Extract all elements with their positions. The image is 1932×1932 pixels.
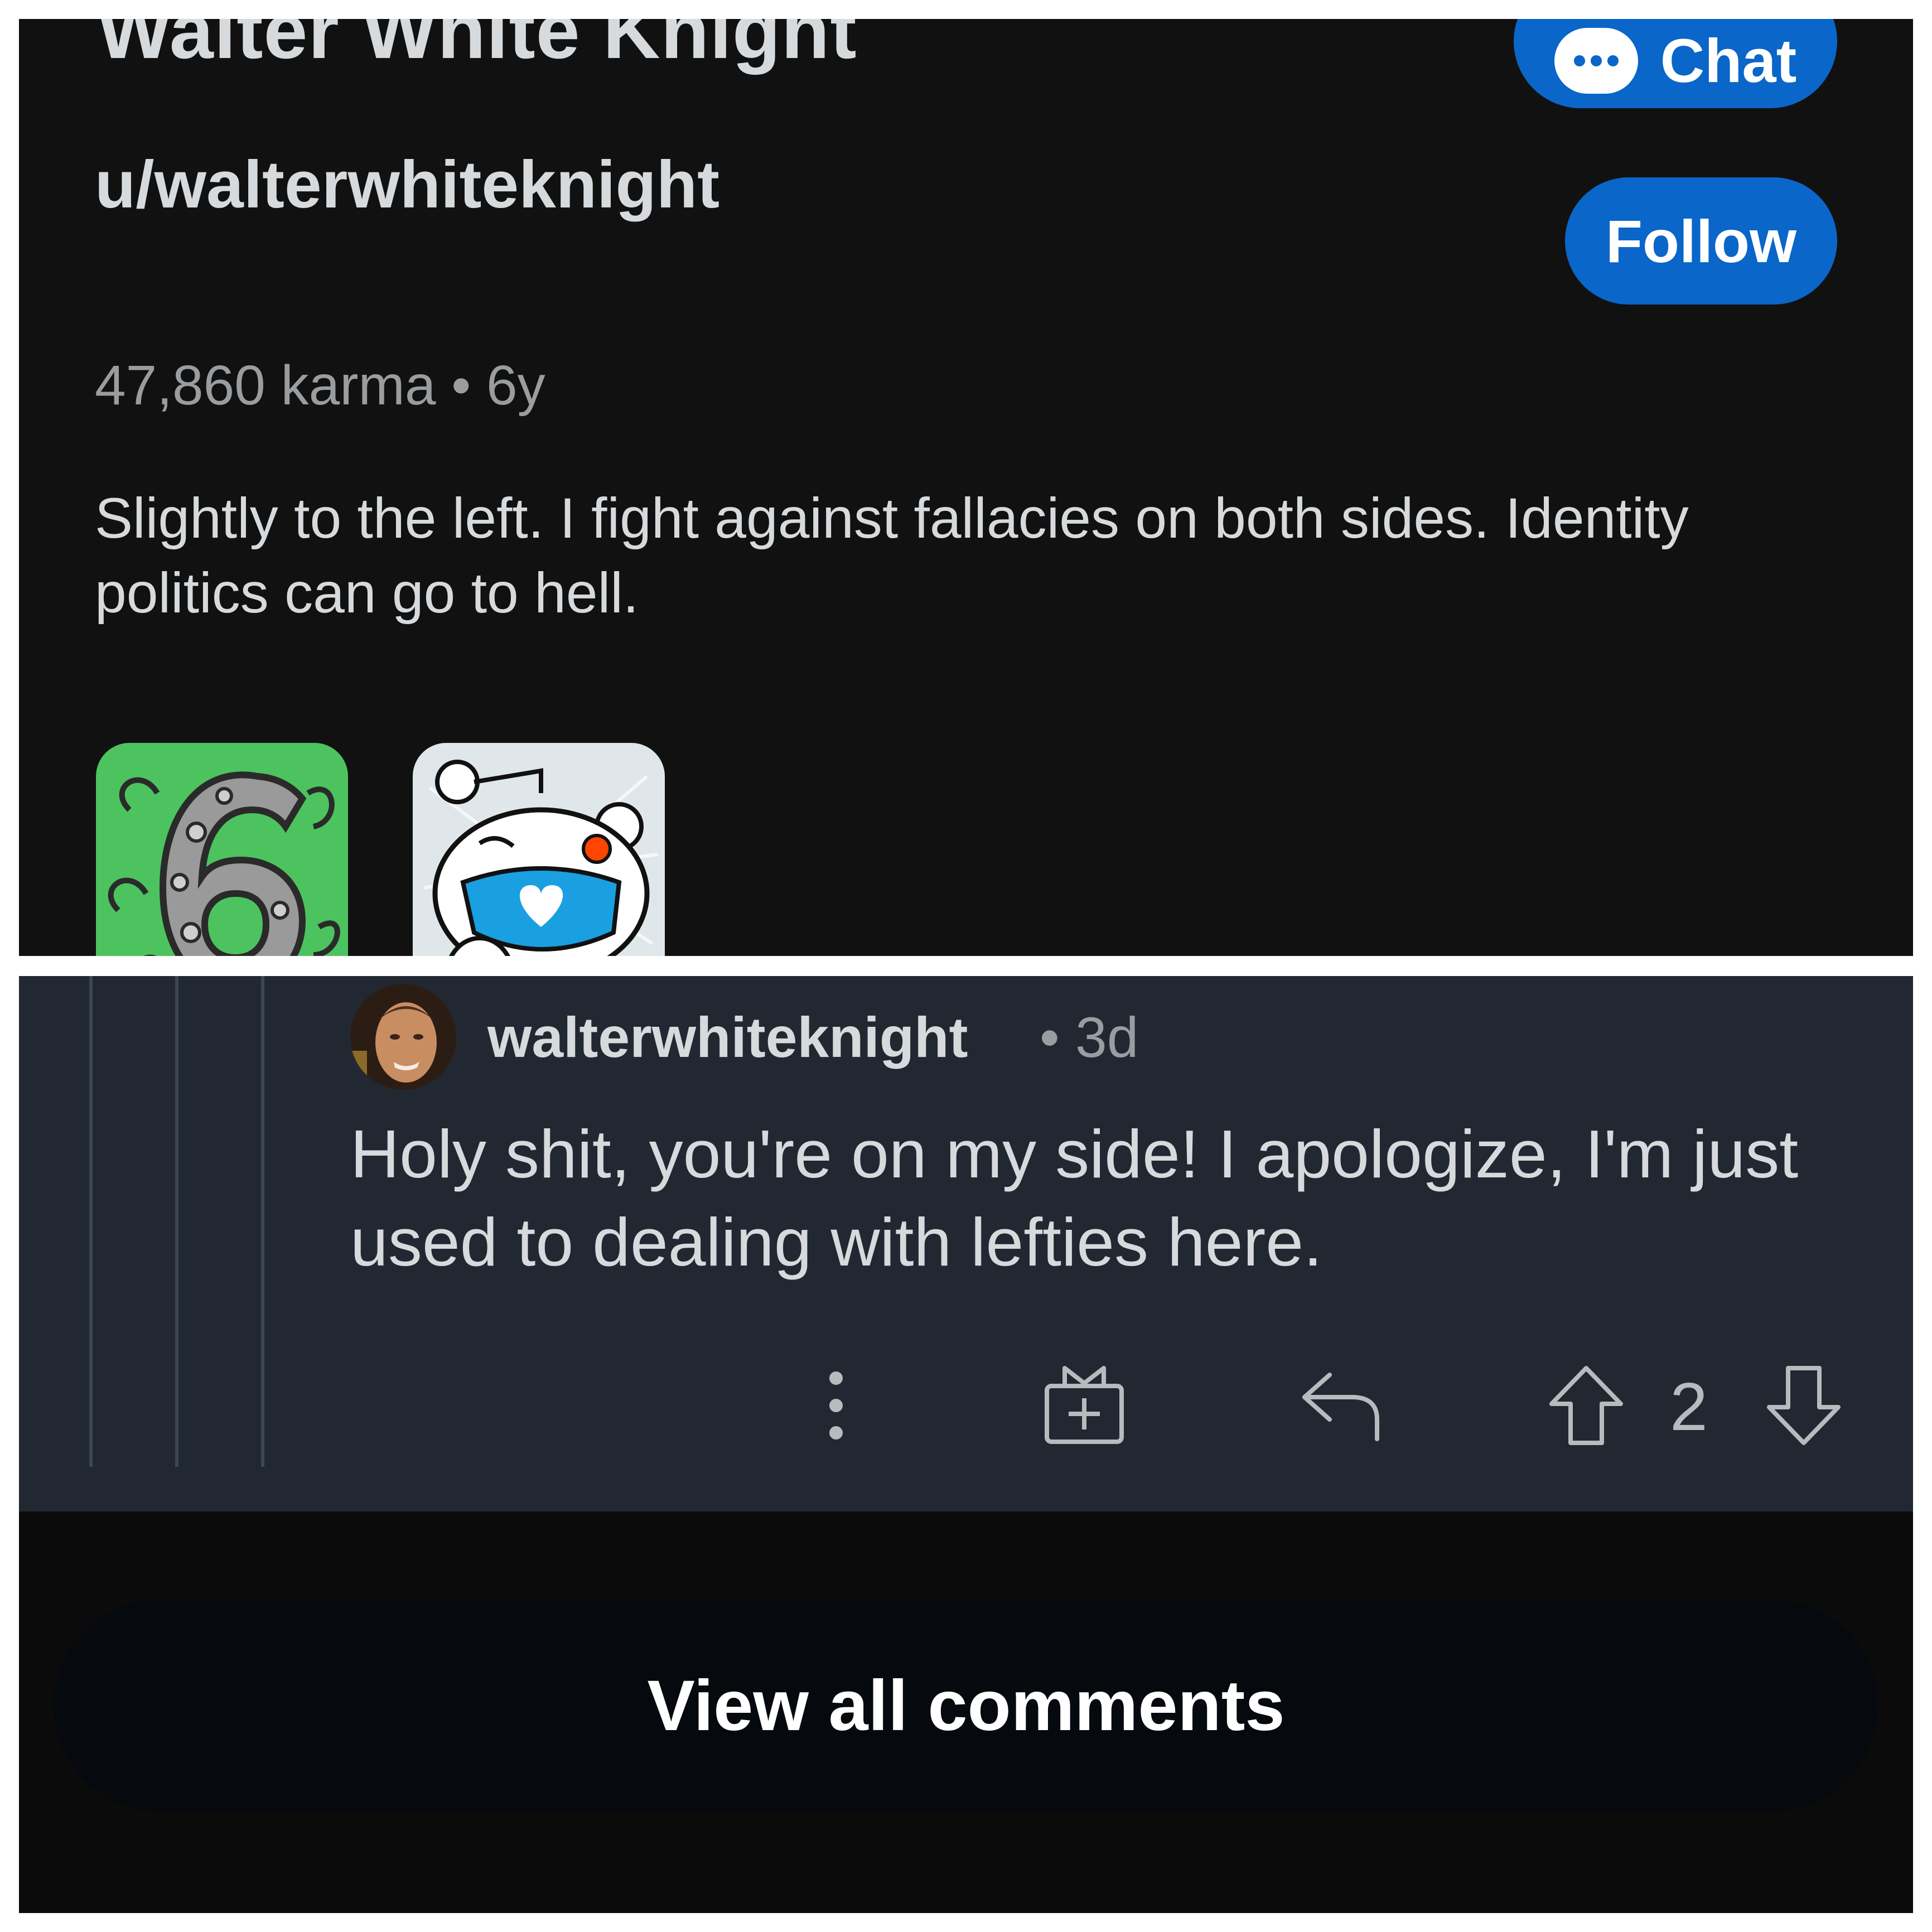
profile-karma-age: 47,860 karma • 6y [95,354,545,417]
profile-display-name: Walter White Knight [97,19,857,75]
follow-button[interactable]: Follow [1565,177,1837,305]
thread-line[interactable] [175,976,178,1467]
vote-count: 2 [1670,1369,1708,1445]
comment-card: walterwhiteknight • 3d Holy shit, you're… [19,976,1913,1511]
avatar[interactable] [350,984,456,1090]
profile-bio: Slightly to the left. I fight against fa… [95,486,1689,625]
chat-button[interactable]: Chat [1514,19,1837,108]
more-options-icon[interactable] [800,1355,872,1456]
profile-header: Walter White Knight Chat u/walterwhitekn… [19,19,1913,956]
six-year-club-icon[interactable] [96,743,348,956]
comment-author[interactable]: walterwhiteknight [487,1005,968,1070]
snoo-mask-heart-icon[interactable] [413,743,665,956]
footer: View all comments [19,1511,1913,1913]
view-all-comments-button[interactable]: View all comments [54,1600,1878,1812]
reply-icon[interactable] [1285,1355,1397,1456]
downvote-icon[interactable] [1754,1355,1854,1456]
chat-button-label: Chat [1660,26,1797,95]
profile-username: u/walterwhiteknight [95,147,720,222]
give-award-icon[interactable] [1028,1355,1140,1456]
comment-body: Holy shit, you're on my side! I apologiz… [350,1116,1799,1280]
thread-line[interactable] [89,976,93,1467]
upvote-icon[interactable] [1536,1355,1636,1456]
comment-timestamp: • 3d [1040,1006,1139,1069]
chat-bubble-icon [1554,28,1638,94]
thread-line[interactable] [261,976,264,1467]
